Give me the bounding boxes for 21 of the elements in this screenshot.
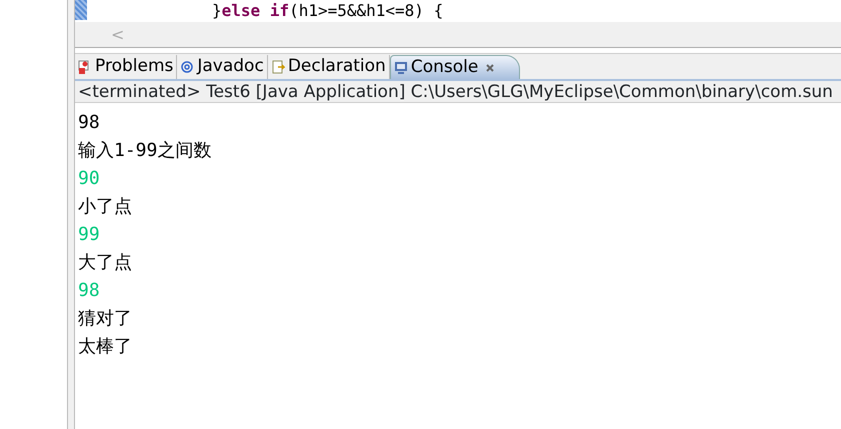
code-line: }else if(h1>=5&&h1<=8) {: [211, 0, 444, 22]
document-icon: [270, 60, 285, 74]
close-icon[interactable]: [485, 62, 496, 72]
ring-icon: [180, 60, 194, 74]
monitor-icon: [394, 60, 408, 74]
tab-label: Console: [410, 56, 478, 79]
tab-label: Declaration: [288, 55, 386, 78]
active-tab[interactable]: Console: [390, 55, 520, 79]
console-header: <terminated> Test6 [Java Application] C:\Users\GLG\MyEclipse\Common\binary\com.sun: [75, 79, 841, 103]
console-input-line: 98: [78, 279, 101, 303]
console-output-line: 太棒了: [78, 335, 133, 359]
console-output-line: 大了点: [78, 251, 133, 275]
tab-label: Problems: [95, 55, 174, 78]
console-input-line: 99: [78, 223, 101, 247]
console-output-line: 输入1-99之间数: [78, 139, 212, 163]
console-output-line: 猜对了: [78, 307, 133, 331]
tab-label: Javadoc: [197, 55, 264, 78]
console-output-line: 小了点: [78, 195, 133, 219]
console-input-line: 90: [78, 167, 101, 191]
annotation-marker: [75, 0, 87, 20]
console-output-line: 98: [78, 111, 101, 135]
